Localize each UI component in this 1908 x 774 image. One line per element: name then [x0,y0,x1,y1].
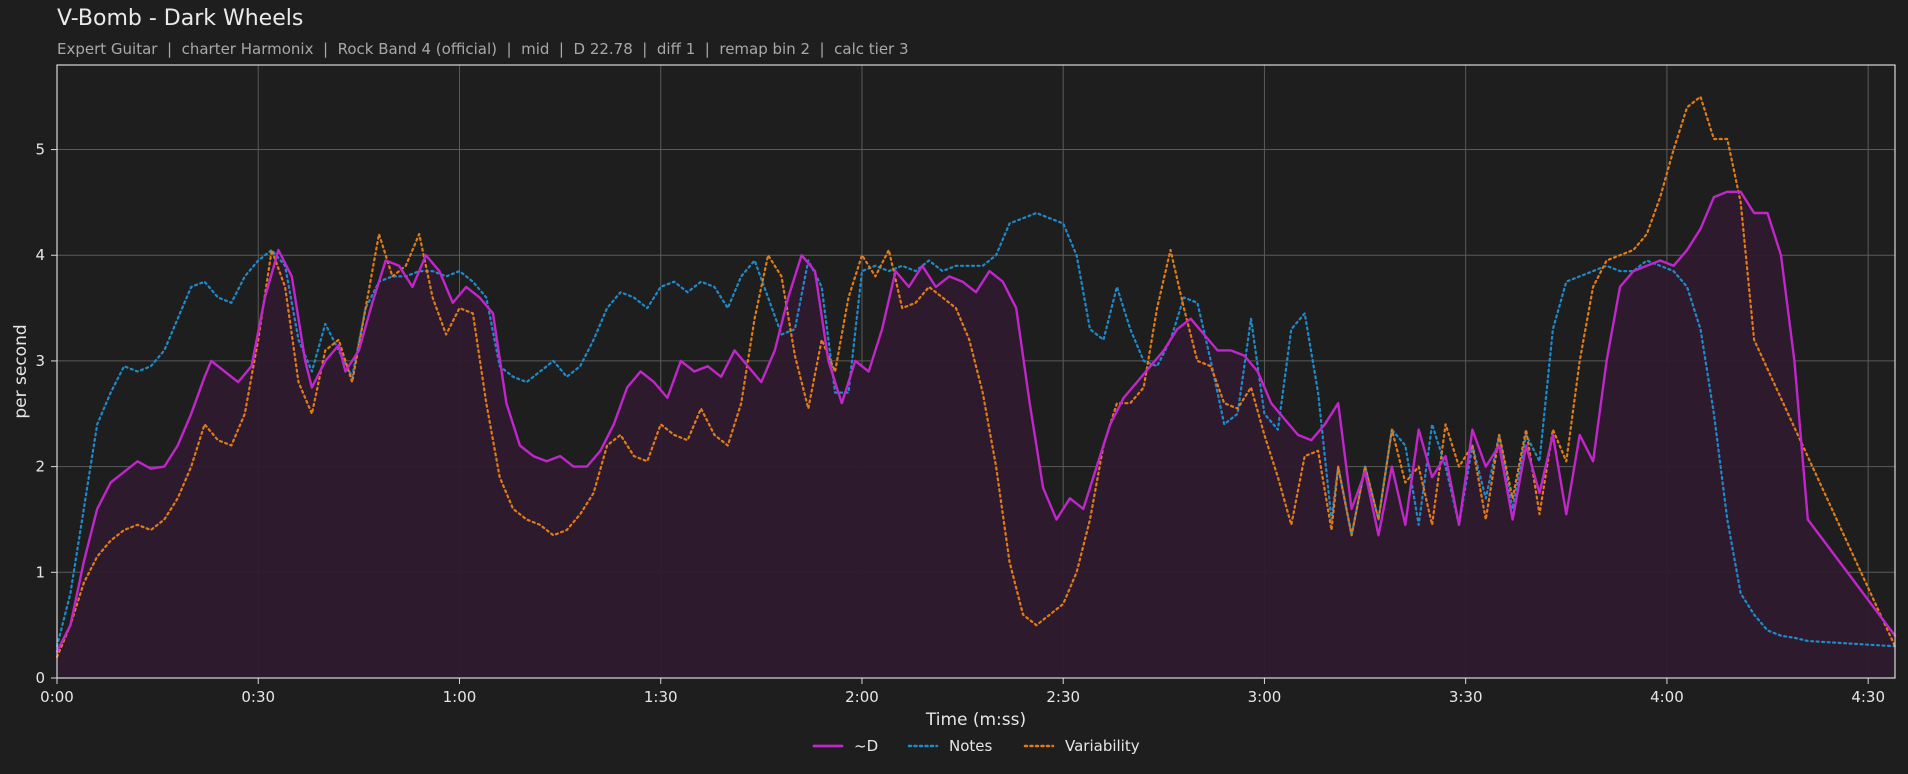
x-tick: 2:30 [1046,678,1080,706]
y-tick-label: 2 [35,458,45,476]
y-tick-label: 5 [35,141,45,159]
x-tick: 2:00 [845,678,879,706]
legend-item: Notes [907,737,993,755]
y-tick-label: 0 [35,669,45,687]
x-tick: 3:30 [1449,678,1483,706]
y-tick: 2 [35,458,57,476]
y-tick: 4 [35,246,57,264]
legend-label: Notes [949,737,993,755]
y-axis-label: per second [11,324,31,418]
x-tick-label: 0:30 [241,688,275,706]
legend-label: ~D [854,737,878,755]
x-tick-label: 3:30 [1449,688,1483,706]
legend: ~D Notes Variability [812,737,1140,755]
x-tick: 4:00 [1650,678,1684,706]
x-tick-label: 4:30 [1851,688,1885,706]
y-tick-label: 1 [35,563,45,581]
x-tick-label: 4:00 [1650,688,1684,706]
legend-label: Variability [1065,737,1140,755]
x-tick: 1:30 [644,678,678,706]
x-tick: 0:00 [40,678,74,706]
x-tick-label: 1:00 [443,688,477,706]
x-tick: 3:00 [1248,678,1282,706]
x-tick-label: 3:00 [1248,688,1282,706]
y-tick: 0 [35,669,57,687]
y-tick-label: 3 [35,352,45,370]
legend-item: Variability [1023,737,1140,755]
x-tick: 0:30 [241,678,275,706]
x-axis-label: Time (m:ss) [925,710,1026,730]
x-tick-label: 2:30 [1046,688,1080,706]
y-tick: 3 [35,352,57,370]
y-tick: 1 [35,563,57,581]
x-tick-label: 1:30 [644,688,678,706]
x-tick: 4:30 [1851,678,1885,706]
x-tick-label: 0:00 [40,688,74,706]
x-tick-label: 2:00 [845,688,879,706]
y-tick: 5 [35,141,57,159]
x-tick: 1:00 [443,678,477,706]
y-tick-label: 4 [35,246,45,264]
chart-figure: V-Bomb - Dark Wheels Expert Guitar | cha… [0,0,1908,774]
line-chart: 0:00 0:30 1:00 1:30 2:00 2:30 3:00 3:30 4:00 4:30… [11,64,1897,755]
legend-item: ~D [812,737,878,755]
